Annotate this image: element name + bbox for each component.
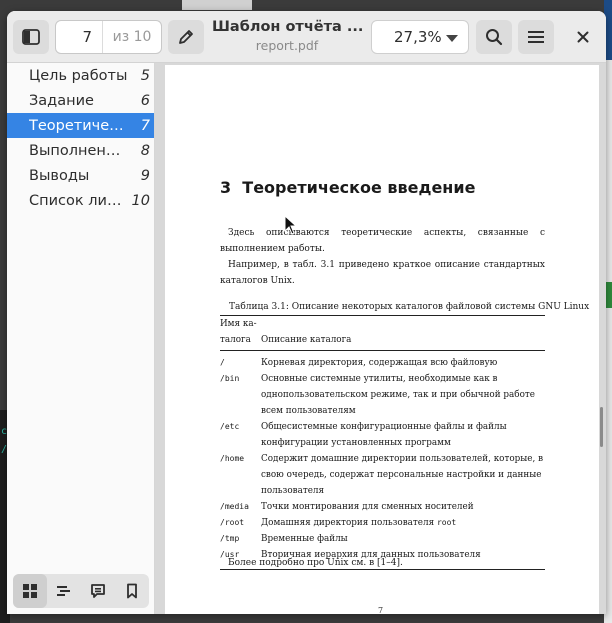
outline-item-label: Выполнение… (29, 142, 128, 159)
mouse-cursor-icon (284, 215, 298, 235)
table-row: /tmp Временные файлы (220, 531, 545, 547)
outline-item-label: Задание (29, 92, 94, 109)
outline-item-page: 10 (131, 192, 150, 209)
page-selector: 7 из 10 (55, 20, 162, 54)
directory-description: Общесистемные конфигурационные файлы и ф… (261, 422, 507, 448)
annotations-icon (91, 584, 105, 598)
outline-item[interactable]: Выводы 9 (7, 163, 154, 188)
sidebar-toggle-button[interactable] (13, 20, 49, 54)
directory-description: Домашняя директория пользователя root (261, 518, 457, 528)
table-row: / Корневая директория, содержащая всю фай… (220, 355, 545, 371)
background-window-fragment (182, 0, 252, 10)
directory-name: /etc (220, 422, 240, 431)
document-viewer-window: 7 из 10 Шаблон отчёта ... report.pdf 27,… (7, 11, 606, 614)
table-row: /root Домашняя директория пользователя ro… (220, 515, 545, 531)
table-row: /media Точки монтирования для сменных нос… (220, 499, 545, 515)
outline-item-label: Цель работы (29, 67, 128, 84)
outline-item[interactable]: Цель работы 5 (7, 63, 154, 88)
outline-item-page: 7 (140, 117, 150, 134)
zoom-dropdown[interactable]: 27,3% (371, 20, 469, 54)
outline-tab[interactable] (47, 574, 81, 608)
sidebar-view-switcher (13, 574, 149, 608)
thumbnails-tab[interactable] (13, 574, 47, 608)
table-row: /bin Основные системные утилиты, необходи… (220, 371, 545, 419)
directory-description: Основные системные утилиты, необходимые … (261, 374, 535, 416)
directory-name: /bin (220, 374, 240, 383)
outline-item[interactable]: Список лите… 10 (7, 188, 154, 213)
close-button[interactable] (566, 20, 600, 54)
paragraph-example: Например, в табл. 3.1 приведено краткое … (220, 260, 545, 286)
section-heading: 3 Теоретическое введение (220, 178, 476, 197)
directory-name: /media (220, 502, 249, 511)
page-number-input[interactable]: 7 (56, 28, 102, 46)
chevron-down-icon (446, 35, 458, 42)
directory-name: / (220, 358, 225, 367)
directory-name: /root (220, 518, 245, 527)
pencil-icon (179, 30, 193, 44)
hamburger-menu-icon (528, 31, 544, 43)
outline-item-page: 5 (140, 67, 150, 84)
outline-icon (57, 586, 70, 596)
outline-item-page: 8 (140, 142, 150, 159)
directory-description: Корневая директория, содержащая всю файл… (261, 358, 498, 368)
page-total-label: из 10 (102, 21, 161, 53)
table-row: /home Содержит домашние директории пользо… (220, 451, 545, 499)
annotations-tab[interactable] (81, 574, 115, 608)
search-button[interactable] (476, 20, 512, 54)
document-view[interactable]: 3 Теоретическое введение Здесь описывают… (155, 63, 606, 614)
search-icon (486, 29, 503, 46)
outline-item[interactable]: Выполнение… 8 (7, 138, 154, 163)
directory-description: Содержит домашние директории пользовател… (261, 454, 544, 496)
main-menu-button[interactable] (518, 20, 554, 54)
bookmarks-icon (127, 583, 137, 599)
directory-name: /tmp (220, 534, 240, 543)
outline-item[interactable]: Теоретичес… 7 (7, 113, 154, 138)
outline-item-label: Список лите… (29, 192, 128, 209)
vertical-scrollbar[interactable] (600, 407, 603, 447)
outline-item-label: Теоретичес… (29, 117, 128, 134)
thumbnails-icon (23, 584, 37, 598)
sidebar: Цель работы 5 Задание 6 Теоретичес… 7 Выполнен… (7, 63, 155, 614)
outline-item-label: Выводы (29, 167, 90, 184)
header-bar: 7 из 10 Шаблон отчёта ... report.pdf 27,… (7, 11, 606, 63)
directory-table: Имя ка-талога Описание каталога / Корнева… (220, 315, 545, 570)
directory-description: Временные файлы (261, 534, 348, 544)
close-icon (577, 31, 589, 43)
page-number-footer: 7 (378, 606, 384, 614)
annotate-button[interactable] (168, 20, 204, 54)
outline-item-page: 6 (140, 92, 150, 109)
directory-name: /home (220, 454, 245, 463)
table-header: Имя ка-талога Описание каталога (220, 319, 352, 345)
window-title: Шаблон отчёта ... report.pdf (212, 19, 362, 53)
pdf-page: 3 Теоретическое введение Здесь описывают… (165, 65, 599, 614)
table-caption: Таблица 3.1: Описание некоторых каталого… (229, 302, 590, 312)
directory-description: Точки монтирования для сменных носителей (261, 502, 474, 512)
document-filename: report.pdf (255, 38, 319, 53)
outline-item[interactable]: Задание 6 (7, 88, 154, 113)
paragraph-intro: Здесь описываются теоретические аспекты,… (220, 228, 545, 254)
outline-item-page: 9 (140, 167, 150, 184)
paragraph-footer: Более подробно про Unix см. в [1–4]. (228, 558, 403, 568)
document-title: Шаблон отчёта ... (212, 19, 362, 35)
outline-list: Цель работы 5 Задание 6 Теоретичес… 7 Выполнен… (7, 63, 154, 213)
zoom-value: 27,3% (394, 28, 442, 46)
table-row: /etc Общесистемные конфигурационные файлы… (220, 419, 545, 451)
sidebar-toggle-icon (22, 29, 40, 45)
bookmarks-tab[interactable] (115, 574, 149, 608)
